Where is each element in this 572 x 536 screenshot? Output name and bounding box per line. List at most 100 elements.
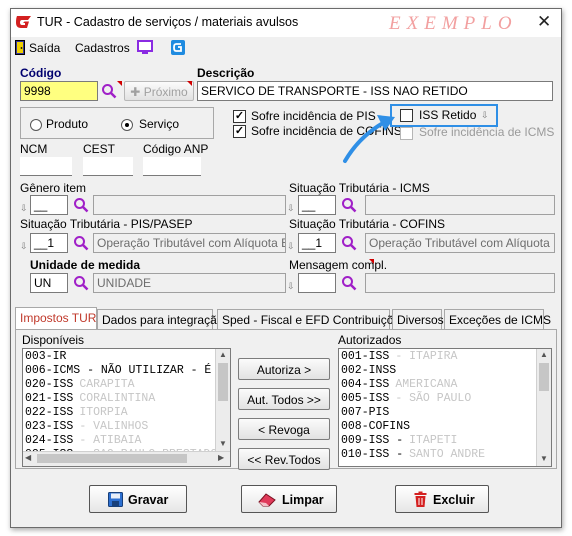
- scroll-down-icon[interactable]: ▼: [219, 439, 227, 448]
- icms-label: Sofre incidência de ICMS: [419, 125, 555, 139]
- list-item[interactable]: 001-ISS - ITAPIRA: [339, 350, 536, 364]
- next-button[interactable]: ✚ Próximo: [124, 81, 194, 101]
- list-item[interactable]: 020-ISS CARAPITA: [23, 378, 215, 392]
- genero-code-input[interactable]: __: [30, 195, 68, 215]
- floppy-disk-icon: [108, 492, 123, 507]
- sit-pis-label: Situação Tributária - PIS/PASEP: [20, 217, 193, 231]
- sit-pis-code-input[interactable]: __1: [30, 233, 68, 253]
- list-item-blurred-text: - ITAPIRA: [395, 350, 458, 363]
- list-item-text: 024-ISS: [25, 434, 74, 447]
- list-item[interactable]: 005-ISS - SÃO PAULO: [339, 392, 536, 406]
- list-item-blurred-text: - SÃO PAULO: [395, 392, 472, 405]
- servico-radio[interactable]: [121, 119, 133, 131]
- save-button[interactable]: Gravar: [89, 485, 187, 513]
- sit-pis-desc: Operação Tributável com Alíquota Bási: [93, 233, 286, 253]
- unidade-search-icon[interactable]: [73, 275, 89, 291]
- menu-register[interactable]: Cadastros: [75, 41, 130, 55]
- list-item[interactable]: 009-ISS - ITAPETI: [339, 434, 536, 448]
- produto-radio[interactable]: [30, 119, 42, 131]
- title-bar[interactable]: TUR - Cadastro de serviços / materiais a…: [11, 9, 561, 37]
- genero-search-icon[interactable]: [73, 197, 89, 213]
- mensagem-desc: [365, 273, 555, 293]
- autorizados-vscroll[interactable]: ▲ ▼: [536, 349, 551, 466]
- arrow-down-icon: ⇩: [287, 281, 295, 291]
- list-item-text: 008-COFINS: [341, 420, 411, 433]
- sit-icms-search-icon[interactable]: [341, 197, 357, 213]
- iss-retido-checkbox[interactable]: [400, 109, 413, 122]
- list-item[interactable]: 006-ICMS - NÃO UTILIZAR - É: [23, 364, 215, 378]
- clear-button[interactable]: Limpar: [241, 485, 337, 513]
- close-button[interactable]: ✕: [537, 12, 551, 32]
- app-shortcut-icon[interactable]: [171, 40, 185, 55]
- icms-checkbox[interactable]: [400, 127, 413, 140]
- delete-button-label: Excluir: [433, 493, 475, 507]
- unidade-label: Unidade de medida: [30, 258, 141, 272]
- scroll-left-icon[interactable]: ◀: [25, 453, 31, 462]
- aut-todos-button[interactable]: Aut. Todos >>: [238, 388, 330, 410]
- list-item[interactable]: 004-ISS AMERICANA: [339, 378, 536, 392]
- list-item[interactable]: 007-PIS: [339, 406, 536, 420]
- tab-excecoes-icms[interactable]: Exceções de ICMS: [444, 309, 551, 329]
- sit-cofins-search-icon[interactable]: [341, 235, 357, 251]
- codigo-input[interactable]: 9998: [20, 81, 98, 101]
- revoga-button[interactable]: < Revoga: [238, 418, 330, 440]
- sit-icms-code-input[interactable]: __: [298, 195, 336, 215]
- cofins-checkbox[interactable]: ✓: [233, 125, 246, 138]
- disponiveis-hscroll[interactable]: ◀ ▶: [23, 451, 230, 466]
- list-item[interactable]: 022-ISS ITORPIA: [23, 406, 215, 420]
- unidade-desc: UNIDADE: [93, 273, 286, 293]
- rev-todos-button[interactable]: << Rev.Todos: [238, 448, 330, 470]
- scroll-thumb[interactable]: [218, 363, 228, 401]
- scroll-down-icon[interactable]: ▼: [540, 454, 548, 463]
- cest-input[interactable]: [83, 157, 133, 176]
- tab-diversos[interactable]: Diversos: [392, 309, 444, 329]
- tipo-group: Produto Serviço: [20, 107, 214, 139]
- sit-pis-search-icon[interactable]: [73, 235, 89, 251]
- tab-sped[interactable]: Sped - Fiscal e EFD Contribuições: [217, 309, 406, 329]
- eraser-icon: [258, 493, 276, 507]
- sit-cofins-code-input[interactable]: __1: [298, 233, 336, 253]
- unidade-code-input[interactable]: UN: [30, 273, 68, 293]
- descricao-input[interactable]: SERVICO DE TRANSPORTE - ISS NAO RETIDO: [197, 81, 553, 101]
- tab-dados-integracao[interactable]: Dados para integração: [97, 309, 223, 329]
- list-item-text: 004-ISS: [341, 378, 390, 391]
- list-item[interactable]: 010-ISS - SANTO ANDRE: [339, 448, 536, 462]
- arrow-down-icon: ⇩: [287, 241, 295, 251]
- genero-desc: [93, 195, 286, 215]
- scroll-right-icon[interactable]: ▶: [218, 453, 224, 462]
- list-item[interactable]: 003-IR: [23, 350, 215, 364]
- sit-cofins-label: Situação Tributária - COFINS: [289, 217, 446, 231]
- scroll-thumb[interactable]: [37, 454, 187, 463]
- arrow-down-icon: ⇩: [287, 203, 295, 213]
- scroll-thumb[interactable]: [539, 363, 549, 391]
- list-item[interactable]: 002-INSS: [339, 364, 536, 378]
- disponiveis-vscroll[interactable]: ▲ ▼: [215, 349, 230, 451]
- mensagem-search-icon[interactable]: [341, 275, 357, 291]
- pis-checkbox[interactable]: ✓: [233, 110, 246, 123]
- disponiveis-list[interactable]: 003-IR 006-ICMS - NÃO UTILIZAR - É 020-ISS…: [22, 348, 231, 467]
- list-item-blurred-text: ITORPIA: [79, 406, 128, 419]
- list-item-blurred-text: - ATIBAIA: [79, 434, 142, 447]
- menu-exit[interactable]: Saída: [29, 41, 60, 55]
- iss-retido-label: ISS Retido: [419, 108, 477, 122]
- list-item[interactable]: 008-COFINS: [339, 420, 536, 434]
- list-item[interactable]: 024-ISS - ATIBAIA: [23, 434, 215, 448]
- list-item[interactable]: 021-ISS CORALINTINA: [23, 392, 215, 406]
- anp-input[interactable]: [143, 157, 201, 176]
- monitor-icon[interactable]: [137, 40, 153, 55]
- tab-panel-impostos: Disponíveis 003-IR 006-ICMS - NÃO UTILIZA…: [15, 329, 557, 470]
- list-item[interactable]: 023-ISS - VALINHOS: [23, 420, 215, 434]
- codigo-search-icon[interactable]: [101, 83, 117, 99]
- list-item-blurred-text: AMERICANA: [395, 378, 458, 391]
- scroll-up-icon[interactable]: ▲: [540, 350, 548, 359]
- window-title: TUR - Cadastro de serviços / materiais a…: [37, 15, 299, 29]
- autorizados-list[interactable]: 001-ISS - ITAPIRA 002-INSS 004-ISS AMERICANA…: [338, 348, 552, 467]
- ncm-input[interactable]: [20, 157, 72, 176]
- tab-impostos-tur[interactable]: Impostos TUR: [15, 307, 97, 329]
- delete-button[interactable]: Excluir: [395, 485, 489, 513]
- mensagem-code-input[interactable]: [298, 273, 336, 293]
- autoriza-button[interactable]: Autoriza >: [238, 358, 330, 380]
- scroll-up-icon[interactable]: ▲: [219, 350, 227, 359]
- app-logo-icon: [16, 16, 31, 28]
- descricao-label: Descrição: [197, 66, 255, 80]
